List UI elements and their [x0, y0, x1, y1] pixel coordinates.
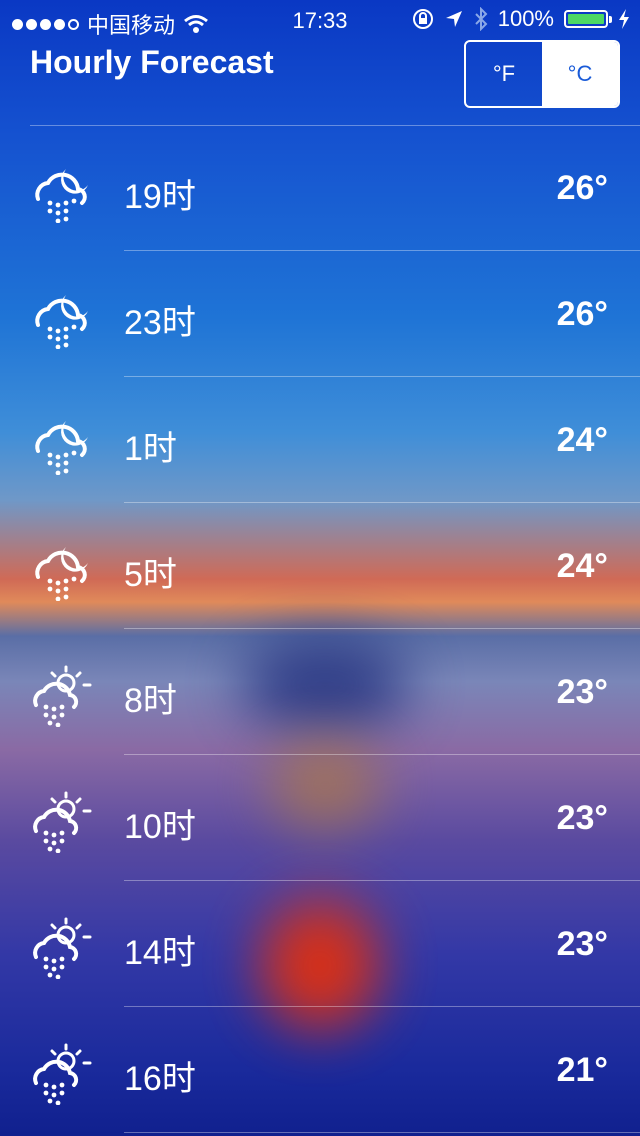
celsius-button[interactable]: °C [542, 42, 618, 106]
forecast-row: 16时 21° [0, 1007, 640, 1133]
rotation-lock-icon [412, 9, 433, 29]
forecast-temp: 23° [556, 799, 608, 837]
forecast-temp: 26° [556, 169, 608, 207]
forecast-time: 1时 [124, 430, 177, 468]
cloud-moon-rain-icon [30, 159, 94, 224]
forecast-temp: 21° [556, 1051, 608, 1089]
cloud-sun-rain-icon [30, 915, 94, 980]
divider [124, 1132, 640, 1133]
forecast-time: 23时 [124, 304, 196, 342]
forecast-temp: 24° [556, 547, 608, 585]
forecast-temp: 26° [556, 295, 608, 333]
forecast-row: 1时 24° [0, 377, 640, 503]
forecast-time: 5时 [124, 556, 177, 594]
cloud-sun-rain-icon [30, 663, 94, 728]
forecast-list: 19时 26° 23时 26° 1时 24° 5时 24° 8时 23° 10时 [0, 125, 640, 1133]
forecast-time: 16时 [124, 1060, 196, 1098]
charging-icon [619, 9, 629, 29]
battery-percent: 100% [497, 6, 554, 31]
cloud-moon-rain-icon [30, 285, 94, 350]
forecast-temp: 24° [556, 421, 608, 459]
forecast-row: 23时 26° [0, 251, 640, 377]
forecast-time: 8时 [124, 682, 177, 720]
battery-icon [564, 10, 612, 28]
bluetooth-icon [475, 7, 488, 31]
status-right: 100% [412, 6, 630, 32]
cloud-moon-rain-icon [30, 411, 94, 476]
forecast-row: 8时 23° [0, 629, 640, 755]
forecast-time: 10时 [124, 808, 196, 846]
status-bar: 中国移动 17:33 100% [0, 0, 640, 40]
cloud-sun-rain-icon [30, 789, 94, 854]
forecast-row: 10时 23° [0, 755, 640, 881]
forecast-temp: 23° [556, 925, 608, 963]
forecast-time: 14时 [124, 934, 196, 972]
forecast-temp: 23° [556, 673, 608, 711]
forecast-row: 14时 23° [0, 881, 640, 1007]
cloud-sun-rain-icon [30, 1041, 94, 1106]
forecast-row: 19时 26° [0, 125, 640, 251]
unit-toggle: °F °C [464, 40, 620, 108]
page-title: Hourly Forecast [30, 44, 274, 80]
fahrenheit-button[interactable]: °F [466, 42, 542, 106]
forecast-time: 19时 [124, 178, 196, 216]
location-icon [445, 11, 462, 27]
forecast-row: 5时 24° [0, 503, 640, 629]
cloud-moon-rain-icon [30, 537, 94, 602]
